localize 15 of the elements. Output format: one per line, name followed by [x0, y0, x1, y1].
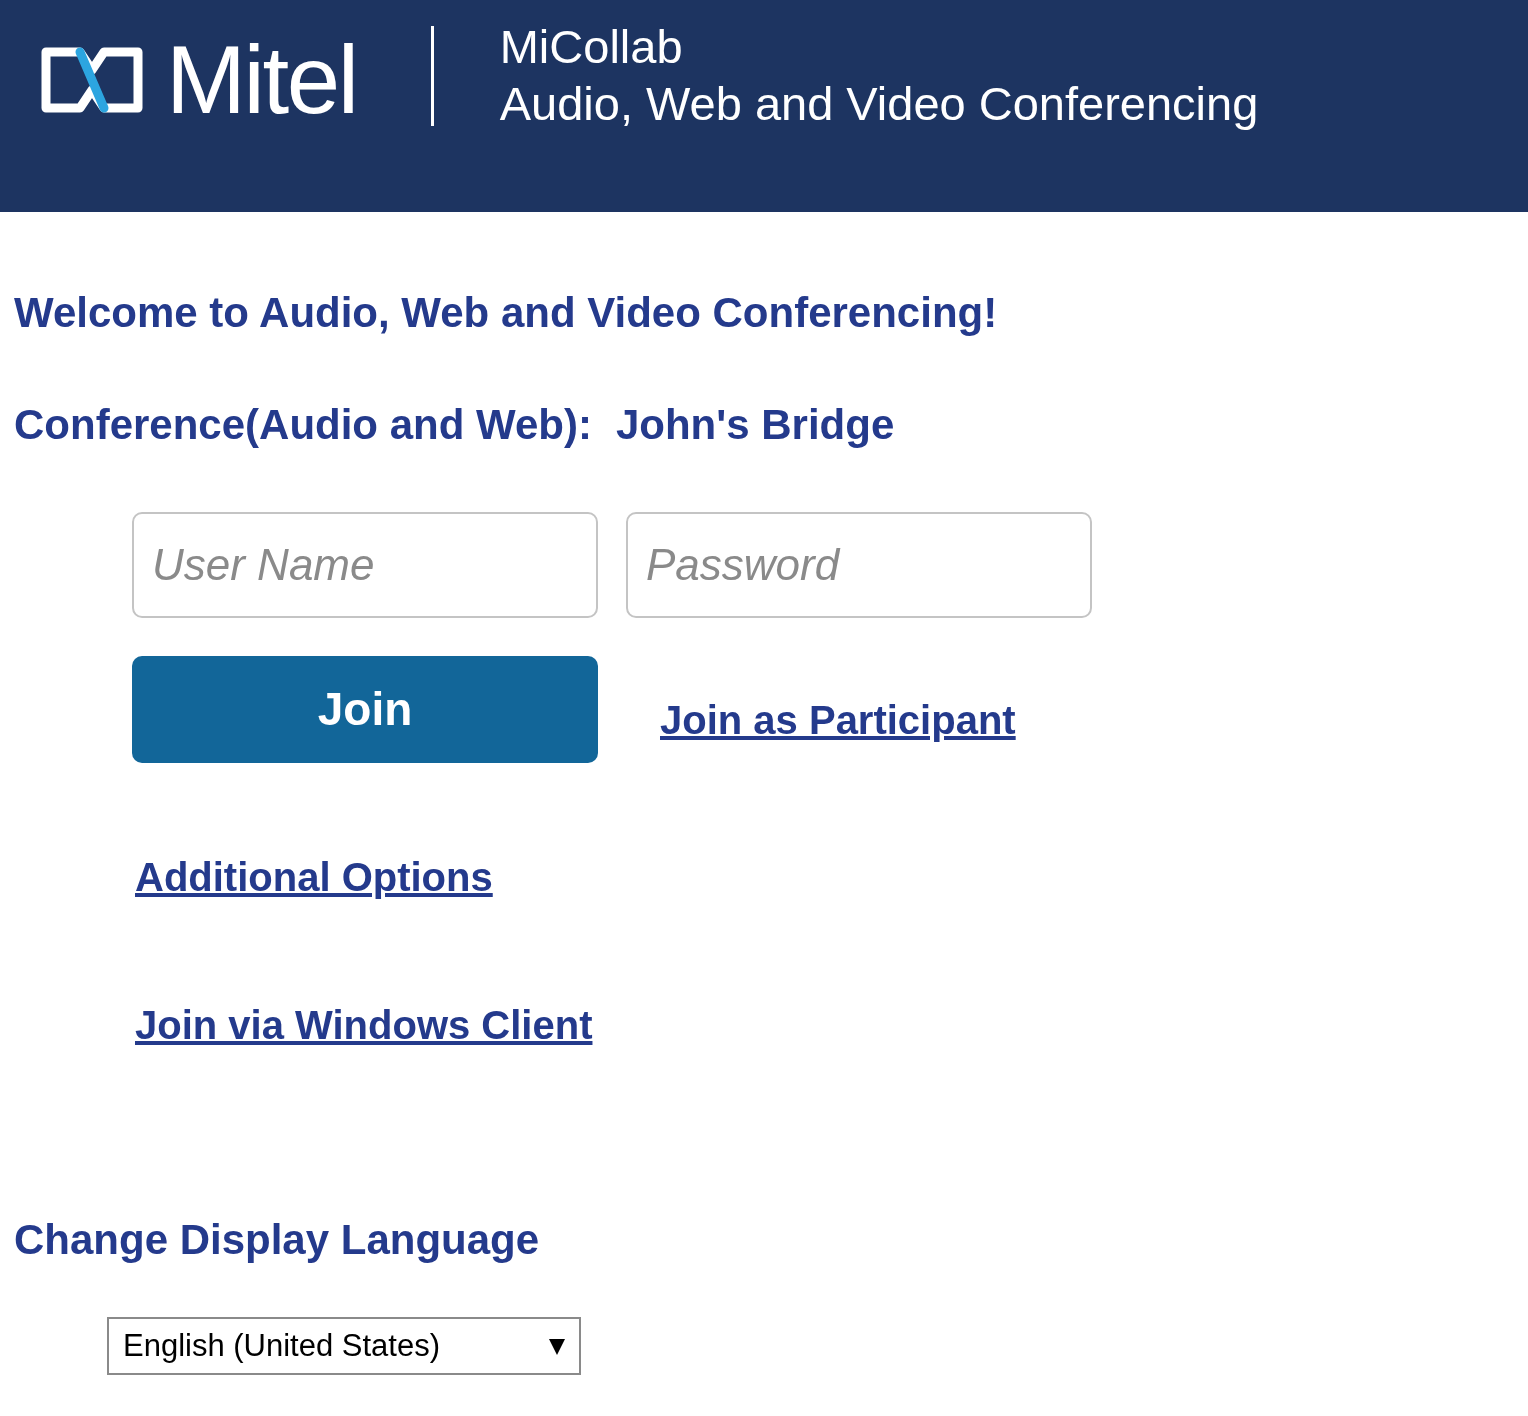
password-field[interactable]: Password: [626, 512, 1092, 618]
option-link[interactable]: Additional Options: [135, 857, 493, 897]
product-subtitle: Audio, Web and Video Conferencing: [499, 75, 1259, 132]
brand-name: Mitel: [166, 32, 357, 128]
caret-icon: [549, 1337, 565, 1355]
welcome-heading: Welcome to Audio, Web and Video Conferencing!: [14, 292, 999, 334]
conference-label: Conference(Audio and Web):: [14, 404, 592, 446]
username-field[interactable]: User Name: [132, 512, 598, 618]
join-participant-link[interactable]: Join as Participant: [660, 689, 1016, 750]
language-heading: Change Display Language: [14, 1219, 541, 1261]
language-select[interactable]: English (United States): [107, 1317, 581, 1375]
option-link[interactable]: Join via Windows Client: [135, 1005, 593, 1045]
product-name: MiCollab: [499, 19, 684, 75]
join-button[interactable]: Join: [132, 656, 598, 763]
conference-name: John's Bridge: [615, 404, 895, 446]
